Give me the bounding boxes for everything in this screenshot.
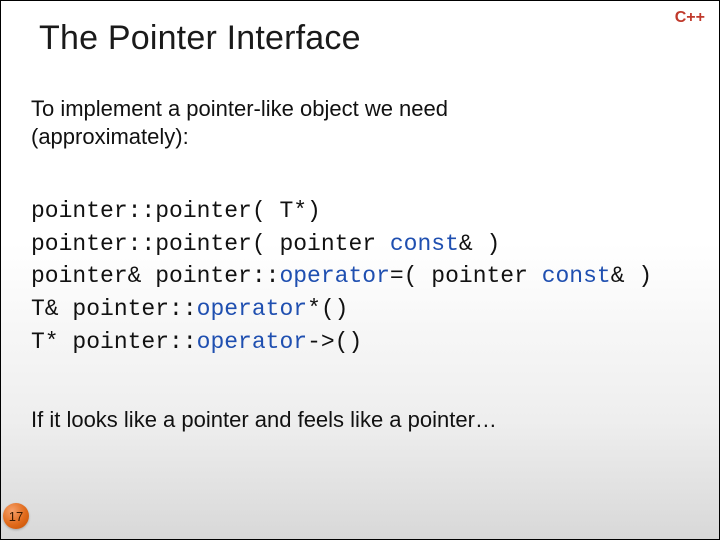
keyword-const: const [542, 263, 611, 289]
intro-line2: (approximately): [31, 124, 189, 149]
keyword-operator: operator [197, 296, 307, 322]
intro-text: To implement a pointer-like object we ne… [31, 95, 679, 150]
keyword-operator: operator [197, 329, 307, 355]
code-line-5b: ->() [307, 329, 362, 355]
code-line-4a: T& pointer:: [31, 296, 197, 322]
code-block: pointer::pointer( T*) pointer::pointer( … [31, 195, 699, 358]
code-line-3c: & ) [611, 263, 652, 289]
code-line-2b: & ) [459, 231, 500, 257]
code-line-5a: T* pointer:: [31, 329, 197, 355]
page-number: 17 [9, 509, 23, 524]
keyword-const: const [390, 231, 459, 257]
code-line-3a: pointer& pointer:: [31, 263, 279, 289]
intro-line1: To implement a pointer-like object we ne… [31, 96, 448, 121]
code-line-4b: *() [307, 296, 348, 322]
page-number-badge: 17 [3, 503, 29, 529]
code-line-1: pointer::pointer( T*) [31, 198, 321, 224]
code-line-2a: pointer::pointer( pointer [31, 231, 390, 257]
outro-text: If it looks like a pointer and feels lik… [31, 407, 679, 433]
code-line-3b: =( pointer [390, 263, 542, 289]
slide-title: The Pointer Interface [39, 19, 361, 58]
keyword-operator: operator [279, 263, 389, 289]
lang-badge: C++ [675, 9, 705, 27]
